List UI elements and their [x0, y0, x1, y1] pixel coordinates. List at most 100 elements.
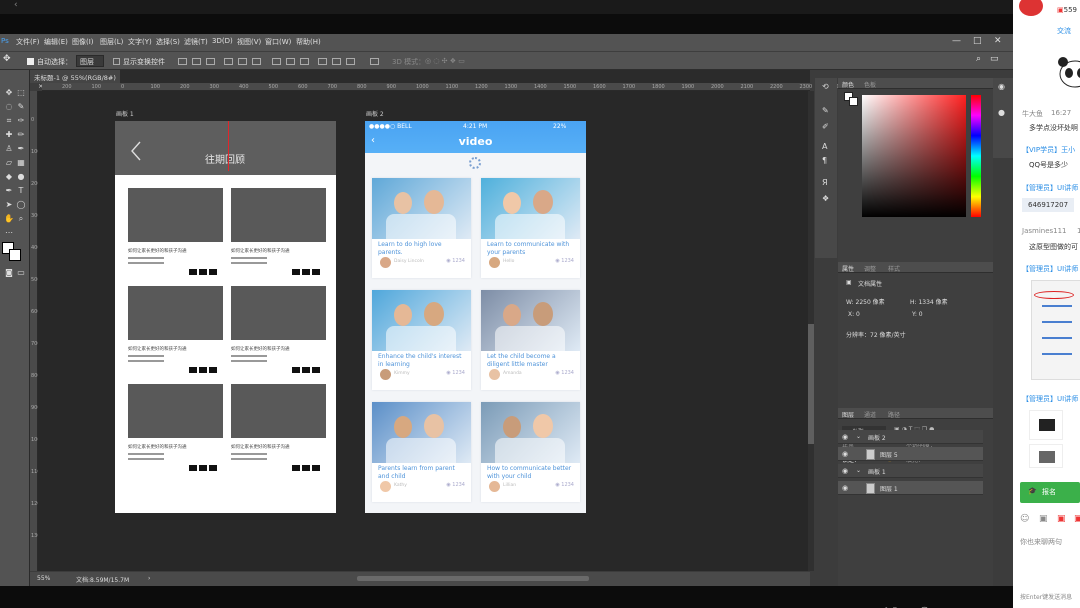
- chat-exchange-tab[interactable]: 交流: [1057, 26, 1071, 36]
- lasso-tool-icon[interactable]: ◌: [4, 102, 14, 112]
- chat-thumb-2[interactable]: [1029, 444, 1063, 468]
- y-field[interactable]: Y: 0: [912, 311, 923, 318]
- video-card[interactable]: Enhance the child's interest in learning…: [372, 290, 471, 390]
- tab-swatches[interactable]: 色板: [864, 80, 876, 89]
- distribute-middle-icon[interactable]: [286, 58, 295, 65]
- tool-presets-icon[interactable]: ✐: [822, 122, 829, 131]
- layer-row[interactable]: ◉ ⌄ 画板 2: [838, 430, 983, 444]
- video-card[interactable]: Learn to do high love parents. Daisy Linc…: [372, 178, 471, 278]
- healing-icon[interactable]: ✚: [4, 130, 14, 140]
- user-icon[interactable]: ●: [998, 108, 1005, 117]
- distribute-left-icon[interactable]: [318, 58, 327, 65]
- width-field[interactable]: W: 2250 像素: [846, 297, 885, 306]
- signup-button[interactable]: 报名 🎓: [1020, 482, 1080, 503]
- layer-row[interactable]: ◉ 图层 5: [838, 447, 983, 461]
- tab-adjustments[interactable]: 调整: [864, 264, 876, 273]
- shape-tool-icon[interactable]: ◯: [16, 200, 26, 210]
- video-card[interactable]: Let the child become a diligent little m…: [481, 290, 580, 390]
- close-button[interactable]: ✕: [994, 36, 1002, 46]
- history-icon[interactable]: ⟲: [822, 82, 829, 91]
- more-tools-icon[interactable]: ⋯: [4, 228, 14, 238]
- path-select-icon[interactable]: ➤: [4, 200, 14, 210]
- show-transform-checkbox[interactable]: [113, 58, 120, 65]
- menu-view[interactable]: 视图(V): [237, 37, 261, 47]
- zoom-level[interactable]: 55%: [37, 575, 50, 582]
- type-tool-icon[interactable]: T: [16, 186, 26, 196]
- glyphs-icon[interactable]: Я: [822, 178, 828, 187]
- background-color-swatch[interactable]: [9, 249, 21, 261]
- auto-align-icon[interactable]: [370, 58, 379, 65]
- gift-icon[interactable]: ▣: [1057, 514, 1066, 524]
- brush-panel-icon[interactable]: ✎: [822, 106, 829, 115]
- 3d-panel-icon[interactable]: ❖: [822, 194, 829, 203]
- visibility-eye-icon[interactable]: ◉: [842, 433, 848, 441]
- tab-styles[interactable]: 样式: [888, 264, 900, 273]
- height-field[interactable]: H: 1334 像素: [910, 297, 948, 306]
- vertical-scroll-thumb[interactable]: [808, 324, 814, 444]
- quick-select-icon[interactable]: ✎: [16, 102, 26, 112]
- move-tool-icon[interactable]: ✥: [4, 88, 14, 98]
- hand-tool-icon[interactable]: ✋: [4, 214, 14, 224]
- layer-row[interactable]: ◉ ⌄ 画板 1: [838, 464, 983, 478]
- dodge-icon[interactable]: ●: [16, 172, 26, 182]
- align-middle-icon[interactable]: [192, 58, 201, 65]
- minimize-button[interactable]: —: [952, 36, 961, 46]
- restore-button[interactable]: □: [973, 36, 982, 46]
- video-card[interactable]: Parents learn from parent and child Kathy…: [372, 402, 471, 502]
- align-bottom-icon[interactable]: [206, 58, 215, 65]
- brush-icon[interactable]: ✏: [16, 130, 26, 140]
- artboard1-label[interactable]: 画板 1: [116, 109, 134, 118]
- video-card[interactable]: Learn to communicate with your parents He…: [481, 178, 580, 278]
- menu-layer[interactable]: 图层(L): [100, 37, 123, 47]
- artboard1[interactable]: 往期回顾 如何让家长更好的和孩子沟通 如何让家长更好的和孩子沟通 如何让家长更好的和…: [115, 121, 336, 513]
- align-top-icon[interactable]: [178, 58, 187, 65]
- eyedropper-icon[interactable]: ✑: [16, 116, 26, 126]
- zoom-tool-icon[interactable]: ⌕: [16, 214, 26, 224]
- distribute-center-icon[interactable]: [332, 58, 341, 65]
- marquee-tool-icon[interactable]: ⬚: [16, 88, 26, 98]
- visibility-eye-icon[interactable]: ◉: [842, 484, 848, 492]
- emoji-icon[interactable]: ☺: [1020, 514, 1029, 524]
- video-card[interactable]: How to communicate better with your chil…: [481, 402, 580, 502]
- image-icon[interactable]: ▣: [1039, 514, 1048, 524]
- workspace-icon[interactable]: ▭: [990, 54, 999, 64]
- back-icon[interactable]: ‹: [14, 0, 18, 10]
- hue-slider[interactable]: [971, 95, 981, 217]
- blur-icon[interactable]: ◆: [4, 172, 14, 182]
- search-icon[interactable]: ⌕: [976, 54, 981, 64]
- tab-channels[interactable]: 通道: [864, 410, 876, 419]
- auto-select-checkbox[interactable]: [27, 58, 34, 65]
- menu-file[interactable]: 文件(F): [16, 37, 40, 47]
- character-icon[interactable]: A: [822, 142, 827, 151]
- bg-color-swatch[interactable]: [849, 97, 858, 106]
- menu-edit[interactable]: 编辑(E): [44, 37, 68, 47]
- distribute-bottom-icon[interactable]: [300, 58, 309, 65]
- align-left-icon[interactable]: [224, 58, 233, 65]
- paragraph-icon[interactable]: ¶: [822, 156, 827, 165]
- chat-thumb-1[interactable]: [1029, 410, 1063, 440]
- distribute-top-icon[interactable]: [272, 58, 281, 65]
- redpacket-icon[interactable]: ▣: [1074, 514, 1080, 524]
- tab-layers[interactable]: 图层: [842, 410, 854, 419]
- menu-window[interactable]: 窗口(W): [265, 37, 291, 47]
- menu-image[interactable]: 图像(I): [72, 37, 94, 47]
- artboard2-label[interactable]: 画板 2: [366, 109, 384, 118]
- visibility-eye-icon[interactable]: ◉: [842, 467, 848, 475]
- 3d-rotate-icon[interactable]: ◎ ◌ ✣ ❖ ▭: [425, 57, 465, 65]
- menu-help[interactable]: 帮助(H): [296, 37, 321, 47]
- chat-image-screenshot[interactable]: [1031, 280, 1080, 380]
- history-brush-icon[interactable]: ✒: [16, 144, 26, 154]
- color-picker-field[interactable]: [862, 95, 966, 217]
- document-tab[interactable]: 未标题-1 @ 55%(RGB/8#) ×: [30, 70, 120, 90]
- x-field[interactable]: X: 0: [848, 311, 860, 318]
- artboard2[interactable]: ●●●●○ BELL 4:21 PM 22% ‹ video Learn to …: [365, 121, 586, 513]
- tab-properties[interactable]: 属性: [842, 264, 854, 273]
- menu-type[interactable]: 文字(Y): [128, 37, 152, 47]
- group-chevron-icon[interactable]: ⌄: [856, 433, 861, 440]
- tab-paths[interactable]: 路径: [888, 410, 900, 419]
- horizontal-scroll-thumb[interactable]: [357, 576, 589, 581]
- distribute-right-icon[interactable]: [346, 58, 355, 65]
- quick-mask-icon[interactable]: ◙: [4, 268, 14, 278]
- visibility-eye-icon[interactable]: ◉: [842, 450, 848, 458]
- tab-color[interactable]: 颜色: [842, 80, 854, 89]
